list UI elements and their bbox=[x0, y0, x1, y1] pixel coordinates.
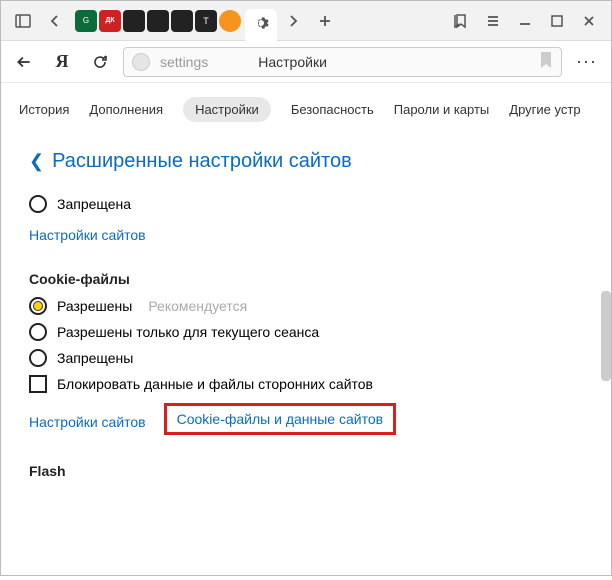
address-box[interactable]: settings Настройки bbox=[123, 47, 562, 77]
address-path: settings bbox=[160, 54, 208, 70]
reload-icon[interactable] bbox=[85, 47, 115, 77]
tab-favicon[interactable]: ДК bbox=[99, 10, 121, 32]
radio-disabled[interactable]: Запрещена bbox=[29, 195, 583, 213]
tab-favicon[interactable] bbox=[171, 10, 193, 32]
flash-section-title: Flash bbox=[29, 463, 583, 479]
site-settings-link[interactable]: Настройки сайтов bbox=[29, 227, 146, 243]
addressbar-row: Я settings Настройки ··· bbox=[1, 41, 611, 83]
radio-icon bbox=[29, 195, 47, 213]
close-icon[interactable] bbox=[575, 7, 603, 35]
highlight-box: Cookie-файлы и данные сайтов bbox=[164, 403, 396, 435]
back-link-label: Расширенные настройки сайтов bbox=[52, 150, 352, 173]
cookie-links-row: Настройки сайтов Cookie-файлы и данные с… bbox=[29, 403, 583, 435]
tab-back-icon[interactable] bbox=[41, 7, 69, 35]
tab-favicon[interactable] bbox=[123, 10, 145, 32]
radio-icon bbox=[29, 323, 47, 341]
bookmark-icon[interactable] bbox=[539, 51, 553, 72]
maximize-icon[interactable] bbox=[543, 7, 571, 35]
scrollbar[interactable] bbox=[601, 291, 611, 381]
address-title: Настройки bbox=[258, 54, 327, 70]
radio-icon bbox=[29, 297, 47, 315]
tab-icons: G ДК T bbox=[75, 10, 241, 32]
yandex-logo-icon[interactable]: Я bbox=[47, 47, 77, 77]
radio-label: Запрещена bbox=[57, 196, 131, 212]
new-tab-icon[interactable] bbox=[311, 7, 339, 35]
minimize-icon[interactable] bbox=[511, 7, 539, 35]
recommended-label: Рекомендуется bbox=[148, 298, 247, 314]
tab-favicon[interactable] bbox=[219, 10, 241, 32]
tab-favicon[interactable]: T bbox=[195, 10, 217, 32]
nav-back-icon[interactable] bbox=[9, 47, 39, 77]
checkbox-icon bbox=[29, 375, 47, 393]
active-tab[interactable] bbox=[245, 9, 277, 41]
site-settings-link-2[interactable]: Настройки сайтов bbox=[29, 414, 146, 430]
cookie-data-link[interactable]: Cookie-файлы и данные сайтов bbox=[177, 411, 383, 427]
tab-security[interactable]: Безопасность bbox=[291, 102, 374, 117]
radio-label: Разрешены bbox=[57, 298, 132, 314]
back-link[interactable]: ❮ Расширенные настройки сайтов bbox=[29, 150, 583, 173]
tab-favicon[interactable]: G bbox=[75, 10, 97, 32]
radio-label: Разрешены только для текущего сеанса bbox=[57, 324, 319, 340]
radio-cookies-blocked[interactable]: Запрещены bbox=[29, 349, 583, 367]
tab-history[interactable]: История bbox=[19, 102, 69, 117]
tab-passwords[interactable]: Пароли и карты bbox=[394, 102, 490, 117]
radio-label: Запрещены bbox=[57, 350, 133, 366]
titlebar: G ДК T bbox=[1, 1, 611, 41]
sidebar-toggle-icon[interactable] bbox=[9, 7, 37, 35]
bookmarks-icon[interactable] bbox=[447, 7, 475, 35]
checkbox-block-third-party[interactable]: Блокировать данные и файлы сторонних сай… bbox=[29, 375, 583, 393]
radio-icon bbox=[29, 349, 47, 367]
menu-icon[interactable] bbox=[479, 7, 507, 35]
site-icon bbox=[132, 53, 150, 71]
tab-other-devices[interactable]: Другие устр bbox=[509, 102, 580, 117]
more-menu-icon[interactable]: ··· bbox=[576, 51, 597, 72]
tab-favicon[interactable] bbox=[147, 10, 169, 32]
tab-forward-icon[interactable] bbox=[279, 7, 307, 35]
cookies-section-title: Cookie-файлы bbox=[29, 271, 583, 287]
checkbox-label: Блокировать данные и файлы сторонних сай… bbox=[57, 376, 373, 392]
gear-icon bbox=[253, 15, 269, 34]
radio-cookies-allowed[interactable]: Разрешены Рекомендуется bbox=[29, 297, 583, 315]
tab-addons[interactable]: Дополнения bbox=[89, 102, 163, 117]
content-area: ❮ Расширенные настройки сайтов Запрещена… bbox=[1, 132, 611, 580]
chevron-left-icon: ❮ bbox=[29, 151, 44, 172]
tab-settings[interactable]: Настройки bbox=[183, 97, 271, 122]
radio-cookies-session[interactable]: Разрешены только для текущего сеанса bbox=[29, 323, 583, 341]
settings-navtabs: История Дополнения Настройки Безопасност… bbox=[1, 83, 611, 132]
